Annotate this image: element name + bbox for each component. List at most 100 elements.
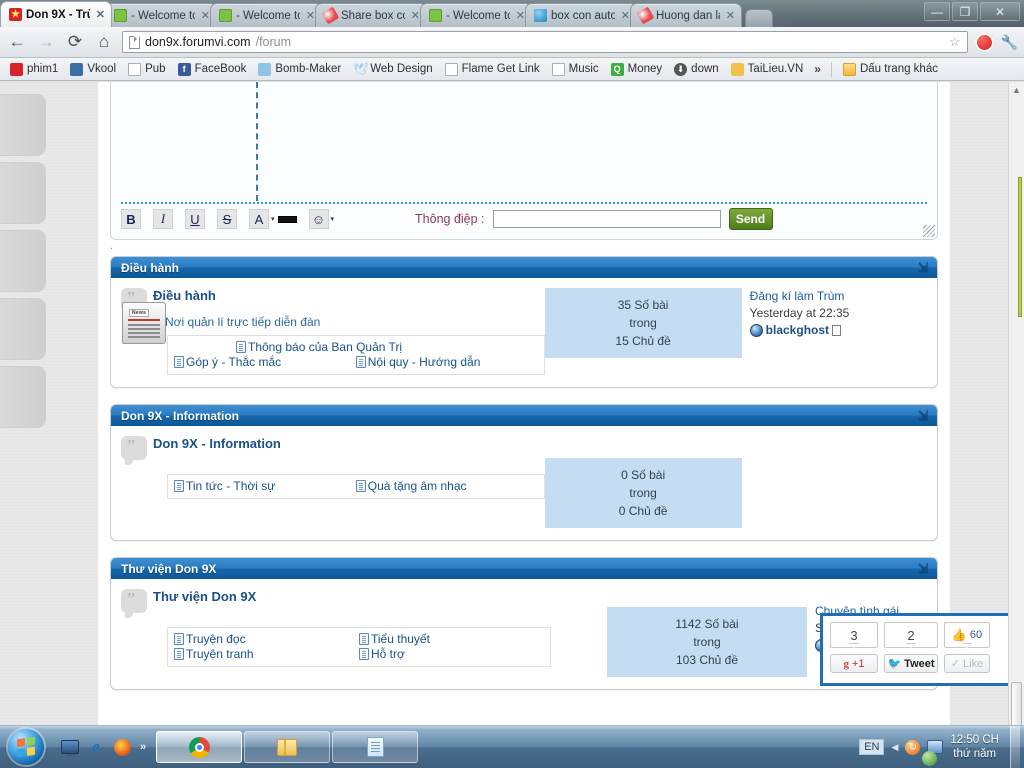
forum-category-title[interactable]: Don 9X - Information	[153, 436, 281, 451]
firefox-icon[interactable]	[112, 737, 132, 757]
reload-icon[interactable]: ⟳	[64, 31, 86, 53]
scrollbar-thumb[interactable]	[1011, 682, 1022, 725]
bookmarks-overflow-icon[interactable]: »	[814, 62, 821, 76]
bookmark-down[interactable]: ⬇ down	[669, 62, 724, 77]
forum-block-header[interactable]: Don 9X - Information ⇲	[111, 405, 937, 426]
subforum-link[interactable]: Truyện tranh	[174, 647, 359, 662]
underline-button[interactable]: U	[185, 209, 205, 229]
bookmark-music[interactable]: Music	[547, 62, 604, 77]
browser-tab-6[interactable]: Huong dan la ✕	[630, 3, 742, 27]
last-post-title[interactable]: Đăng kí làm Trùm	[750, 289, 845, 303]
collapse-arrow-icon[interactable]: ⇲	[917, 408, 929, 422]
forum-category-title[interactable]: Thư viện Don 9X	[153, 589, 256, 604]
bookmark-bomb-maker[interactable]: Bomb-Maker	[253, 62, 346, 77]
quicklaunch-overflow-icon[interactable]: »	[140, 741, 146, 753]
side-tab-1[interactable]	[0, 94, 46, 156]
page-scrollbar[interactable]: ▲	[1008, 82, 1024, 725]
forward-icon[interactable]: →	[35, 31, 57, 53]
back-icon[interactable]: ←	[6, 31, 28, 53]
show-desktop-icon[interactable]	[60, 737, 80, 757]
browser-tab-0[interactable]: Don 9X - Trùm ✕	[0, 1, 112, 27]
bookmark-phim1[interactable]: phim1	[5, 62, 63, 77]
explorer-task-button[interactable]	[244, 731, 331, 763]
subforum-link[interactable]: Tin tức - Thời sự	[174, 479, 356, 494]
collapse-arrow-icon[interactable]: ⇲	[917, 561, 929, 575]
bookmark-pub[interactable]: Pub	[123, 62, 170, 77]
font-color-group[interactable]: A ▾	[249, 209, 297, 229]
download-manager-icon[interactable]	[922, 750, 938, 766]
update-icon[interactable]	[905, 739, 921, 755]
strikethrough-button[interactable]: S	[217, 209, 237, 229]
tab-close-icon[interactable]: ✕	[306, 9, 315, 22]
subforum-link[interactable]: Nội quy - Hướng dẫn	[355, 355, 538, 370]
tray-expand-icon[interactable]: ◀	[891, 742, 898, 753]
tab-close-icon[interactable]: ✕	[96, 8, 105, 21]
side-tab-5[interactable]	[0, 366, 46, 428]
chrome-task-button[interactable]	[156, 731, 243, 763]
bookmark-facebook[interactable]: f FaceBook	[173, 62, 252, 77]
last-post-user[interactable]: blackghost	[749, 322, 925, 339]
send-button[interactable]: Send	[728, 208, 773, 230]
font-color-button[interactable]: A	[249, 209, 269, 229]
new-tab-button[interactable]	[745, 9, 773, 27]
side-tab-3[interactable]	[0, 230, 46, 292]
tab-close-icon[interactable]: ✕	[411, 9, 420, 22]
chevron-down-icon[interactable]: ▾	[331, 215, 335, 223]
close-button[interactable]: ✕	[980, 2, 1020, 21]
forum-block-header[interactable]: Thư viện Don 9X ⇲	[111, 558, 937, 579]
browser-tab-1[interactable]: - Welcome to ✕	[105, 3, 217, 27]
editor-resize-handle[interactable]	[923, 225, 935, 237]
side-tab-2[interactable]	[0, 162, 46, 224]
browser-tab-5[interactable]: box con auto ✕	[525, 3, 637, 27]
notepad-task-button[interactable]	[332, 731, 419, 763]
bold-button[interactable]: B	[121, 209, 141, 229]
italic-button[interactable]: I	[153, 209, 173, 229]
subforum-link[interactable]: Hỗ trợ	[359, 647, 544, 662]
language-indicator[interactable]: EN	[859, 739, 885, 755]
gplus-button[interactable]: g +1	[830, 654, 878, 673]
subforum-link[interactable]: Tiểu thuyết	[359, 632, 544, 647]
bookmark-web-design[interactable]: 🕊 Web Design	[348, 62, 437, 77]
bookmark-tailieu-vn[interactable]: TaiLieu.VN	[726, 62, 809, 77]
address-bar[interactable]: don9x.forumvi.com /forum ☆	[122, 31, 968, 53]
forum-category-title[interactable]: Điều hành	[153, 288, 216, 303]
tab-close-icon[interactable]: ✕	[726, 9, 735, 22]
forum-block-header[interactable]: Điều hành ⇲	[111, 257, 937, 278]
internet-explorer-icon[interactable]: e	[86, 737, 106, 757]
scroll-up-arrow[interactable]: ▲	[1009, 82, 1024, 98]
side-tab-4[interactable]	[0, 298, 46, 360]
message-input[interactable]	[492, 210, 721, 228]
smiley-icon[interactable]: ☺	[308, 209, 329, 229]
wrench-menu-icon[interactable]: 🔧	[1001, 34, 1018, 51]
side-tab-widget[interactable]	[0, 94, 46, 434]
subforum-link[interactable]: Thông báo của Ban Quản Trị	[174, 340, 538, 355]
other-bookmarks-folder[interactable]: Dấu trang khác	[838, 62, 943, 77]
tab-close-icon[interactable]: ✕	[621, 9, 630, 22]
chevron-down-icon[interactable]: ▾	[271, 215, 275, 223]
goto-last-post-icon[interactable]	[832, 325, 842, 336]
browser-tab-4[interactable]: - Welcome to ✕	[420, 3, 532, 27]
minimize-button[interactable]: —	[924, 2, 950, 21]
tab-close-icon[interactable]: ✕	[516, 9, 525, 22]
tweet-button[interactable]: 🐦 Tweet	[884, 654, 938, 673]
smilies-group[interactable]: ☺ ▾	[308, 209, 338, 229]
bookmark-star-icon[interactable]: ☆	[949, 34, 961, 50]
bookmark-vkool[interactable]: Vkool	[65, 62, 121, 77]
bookmark-flame-get-link[interactable]: Flame Get Link	[440, 62, 545, 77]
maximize-button[interactable]: ❐	[952, 2, 978, 21]
tab-close-icon[interactable]: ✕	[201, 9, 210, 22]
facebook-like-button[interactable]: ✓ Like	[944, 654, 990, 673]
bookmark-money[interactable]: Q Money	[606, 62, 668, 77]
forum-category-head: Don 9X - Information	[121, 436, 545, 460]
taskbar-clock[interactable]: 12:50 CH thứ năm	[950, 733, 999, 761]
show-desktop-button[interactable]	[1010, 726, 1020, 768]
browser-tab-2[interactable]: - Welcome to ✕	[210, 3, 322, 27]
browser-tab-3[interactable]: Share box con ✕	[315, 3, 427, 27]
home-icon[interactable]: ⌂	[93, 31, 115, 53]
collapse-arrow-icon[interactable]: ⇲	[917, 260, 929, 274]
subforum-link[interactable]: Góp ý - Thắc mắc	[174, 355, 356, 370]
subforum-link[interactable]: Truyện đọc	[174, 632, 359, 647]
start-button[interactable]	[2, 727, 50, 767]
subforum-link[interactable]: Quà tặng âm nhạc	[355, 479, 538, 494]
opera-extension-icon[interactable]	[974, 32, 994, 52]
